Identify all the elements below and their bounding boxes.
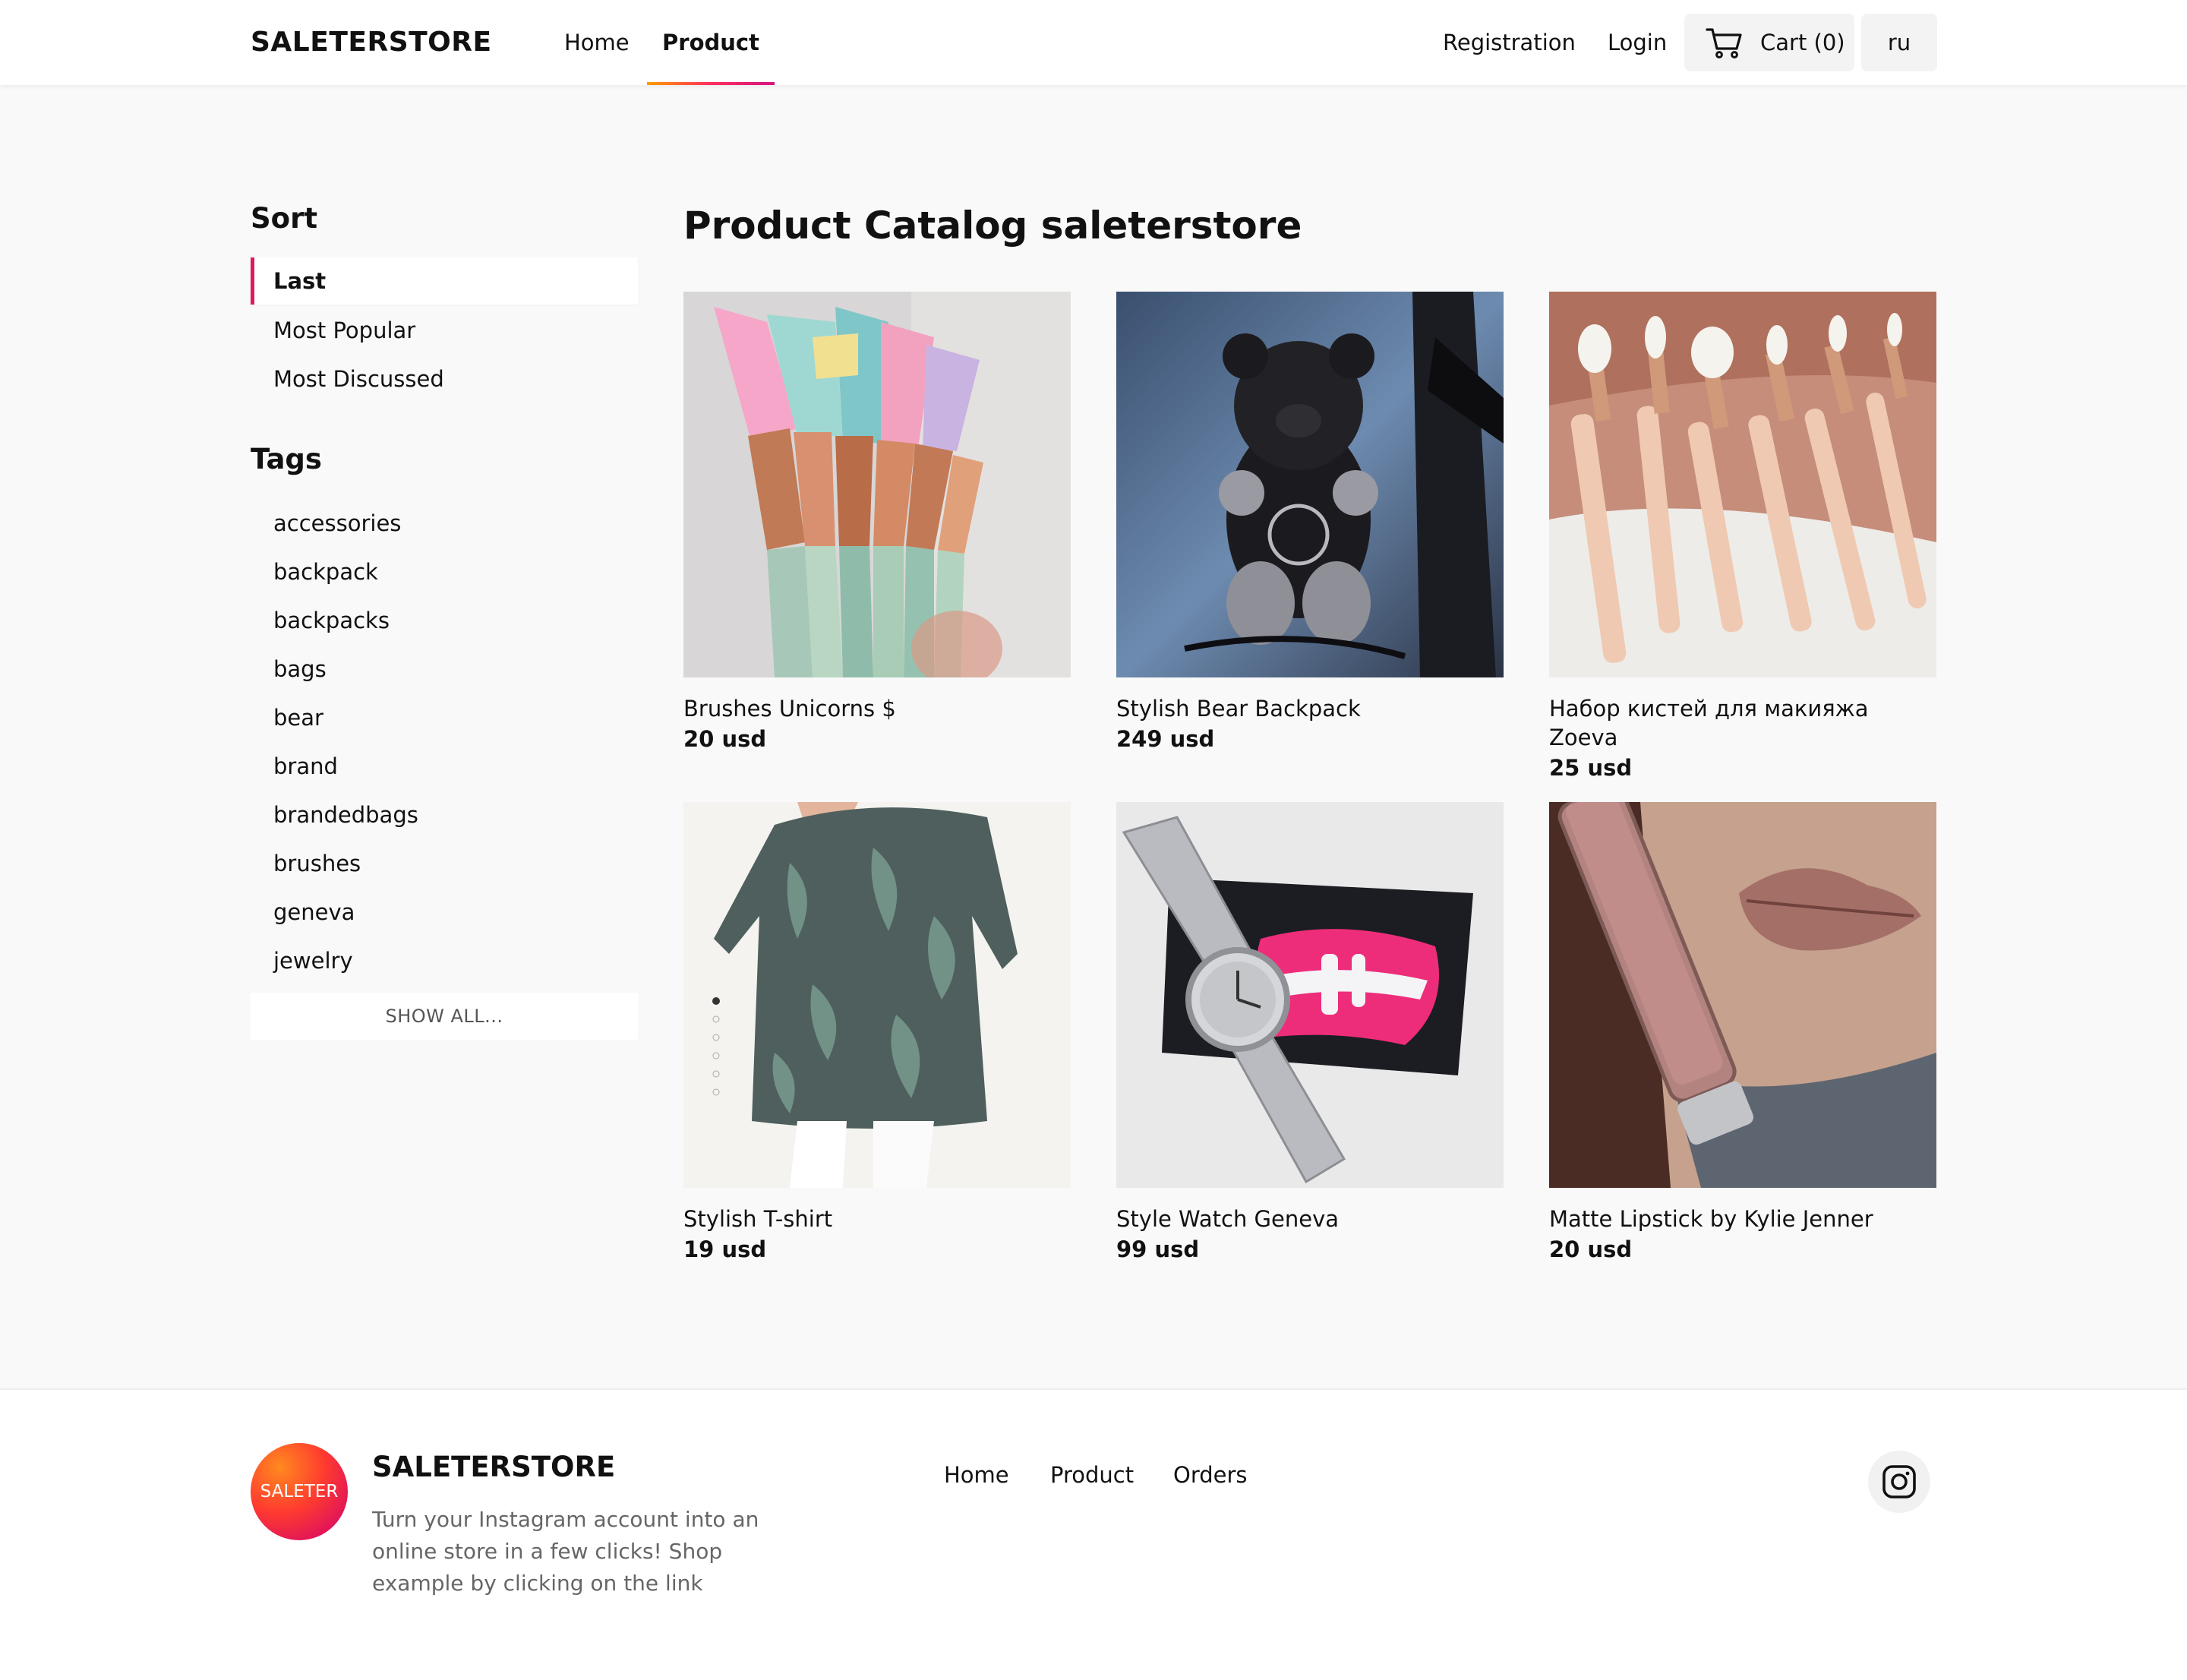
product-card[interactable]: Style Watch Geneva 99 usd	[1116, 802, 1504, 1265]
sort-option-most-popular[interactable]: Most Popular	[251, 307, 638, 354]
tag-accessories[interactable]: accessories	[273, 508, 401, 538]
tags-heading: Tags	[251, 443, 322, 475]
product-name[interactable]: Stylish Bear Backpack	[1116, 694, 1504, 723]
nav-product-link[interactable]: Product	[647, 0, 775, 85]
tag-backpacks[interactable]: backpacks	[273, 605, 390, 636]
cart-button[interactable]: Cart (0)	[1684, 14, 1854, 71]
tag-geneva[interactable]: geneva	[273, 897, 355, 927]
product-price: 20 usd	[683, 726, 767, 752]
page-title: Product Catalog saleterstore	[683, 204, 1302, 248]
product-image-zoeva-brushes[interactable]	[1549, 292, 1936, 677]
nav-home-link[interactable]: Home	[564, 0, 630, 85]
product-name[interactable]: Style Watch Geneva	[1116, 1205, 1504, 1233]
product-price: 19 usd	[683, 1236, 767, 1262]
tag-bags[interactable]: bags	[273, 654, 327, 684]
product-price: 25 usd	[1549, 755, 1633, 781]
product-name[interactable]: Набор кистей для макияжа Zoeva	[1549, 694, 1936, 752]
product-name[interactable]: Stylish T-shirt	[683, 1205, 1071, 1233]
product-image-lipstick[interactable]	[1549, 802, 1936, 1188]
footer-product-link[interactable]: Product	[1050, 1460, 1134, 1490]
product-image-brushes[interactable]	[683, 292, 1071, 677]
footer-orders-link[interactable]: Orders	[1173, 1460, 1248, 1490]
footer-home-link[interactable]: Home	[944, 1460, 1009, 1490]
sort-heading: Sort	[251, 202, 318, 235]
login-link[interactable]: Login	[1608, 0, 1667, 85]
sort-option-most-discussed[interactable]: Most Discussed	[251, 355, 638, 403]
tag-backpack[interactable]: backpack	[273, 557, 378, 587]
show-all-tags-button[interactable]: SHOW ALL...	[251, 993, 638, 1040]
footer-logo-badge[interactable]: SALETER	[251, 1443, 348, 1540]
top-header: SALETERSTORE Home Product Registration L…	[0, 0, 2187, 85]
product-name[interactable]: Brushes Unicorns $	[683, 694, 1071, 723]
product-price: 249 usd	[1116, 726, 1215, 752]
instagram-button[interactable]	[1868, 1451, 1930, 1513]
product-image-bear-backpack[interactable]	[1116, 292, 1504, 677]
product-card[interactable]: Набор кистей для макияжа Zoeva 25 usd	[1549, 292, 1936, 784]
cart-label: Cart (0)	[1760, 30, 1845, 55]
tag-bear[interactable]: bear	[273, 703, 323, 733]
site-logo[interactable]: SALETERSTORE	[251, 23, 492, 62]
product-image-tshirt[interactable]	[683, 802, 1071, 1188]
tag-jewelry[interactable]: jewelry	[273, 946, 353, 976]
tag-brand[interactable]: brand	[273, 751, 338, 782]
registration-link[interactable]: Registration	[1443, 0, 1576, 85]
product-price: 99 usd	[1116, 1236, 1200, 1262]
footer-description: Turn your Instagram account into an onli…	[372, 1507, 759, 1596]
language-switcher[interactable]: ru	[1861, 14, 1937, 71]
product-name[interactable]: Matte Lipstick by Kylie Jenner	[1549, 1205, 1936, 1233]
product-card[interactable]: Brushes Unicorns $ 20 usd	[683, 292, 1071, 755]
cart-icon	[1706, 28, 1742, 58]
product-image-watch[interactable]	[1116, 802, 1504, 1188]
sort-option-last[interactable]: Last	[251, 257, 638, 305]
site-footer: SALETER SALETERSTORE Turn your Instagram…	[0, 1388, 2187, 1680]
product-card[interactable]: Stylish Bear Backpack 249 usd	[1116, 292, 1504, 755]
footer-brand-name: SALETERSTORE	[372, 1451, 616, 1483]
tag-brushes[interactable]: brushes	[273, 848, 361, 879]
product-card[interactable]: Stylish T-shirt 19 usd	[683, 802, 1071, 1265]
product-card[interactable]: Matte Lipstick by Kylie Jenner 20 usd	[1549, 802, 1936, 1265]
instagram-icon	[1882, 1465, 1916, 1498]
product-price: 20 usd	[1549, 1236, 1633, 1262]
tag-brandedbags[interactable]: brandedbags	[273, 800, 418, 830]
